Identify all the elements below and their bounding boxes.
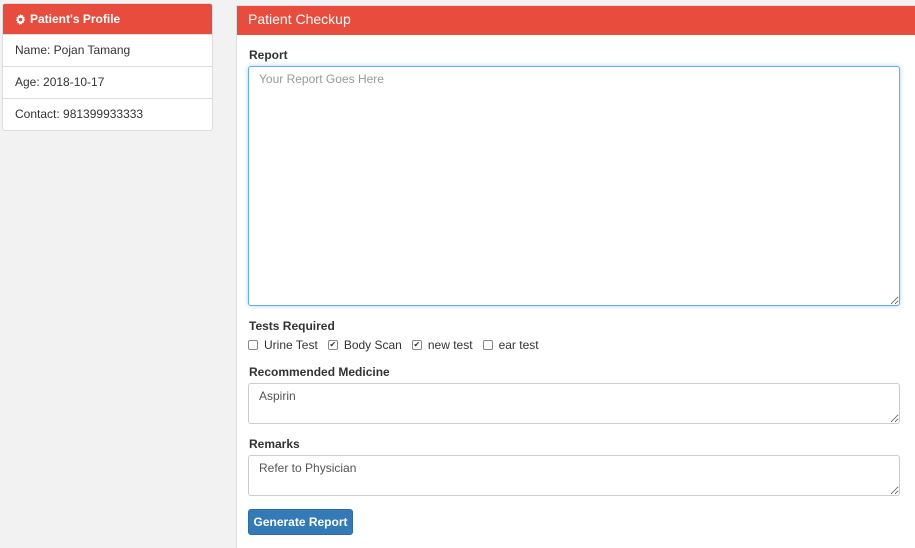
medicine-label: Recommended Medicine	[249, 365, 390, 379]
checkbox-new-test[interactable]: ✔	[411, 340, 422, 350]
patient-profile-panel: Patient's Profile Name: Pojan Tamang Age…	[2, 3, 213, 131]
test-option-body-scan[interactable]: ✔ Body Scan	[327, 338, 402, 352]
test-label-body-scan: Body Scan	[343, 338, 402, 352]
patient-checkup-panel: Patient Checkup Report Tests Required Ur…	[236, 5, 915, 548]
test-label-urine: Urine Test	[264, 338, 318, 352]
report-label: Report	[249, 48, 288, 62]
patient-age: Age: 2018-10-17	[3, 66, 212, 98]
medicine-textarea[interactable]: Aspirin	[248, 383, 900, 424]
report-textarea[interactable]	[248, 66, 900, 306]
checkbox-urine-test[interactable]	[248, 340, 258, 350]
test-option-new-test[interactable]: ✔ new test	[411, 338, 473, 352]
profile-title: Patient's Profile	[30, 12, 121, 26]
test-option-urine[interactable]: Urine Test	[248, 338, 318, 352]
checkup-header: Patient Checkup	[237, 6, 915, 35]
checkbox-ear-test[interactable]	[482, 340, 493, 350]
test-label-new-test: new test	[427, 338, 473, 352]
tests-required-label: Tests Required	[249, 319, 335, 333]
patient-name: Name: Pojan Tamang	[3, 34, 212, 66]
generate-report-button[interactable]: Generate Report	[248, 509, 353, 535]
tests-checkbox-group: Urine Test ✔ Body Scan ✔ new test ear te…	[248, 338, 549, 352]
test-label-ear-test: ear test	[498, 338, 539, 352]
remarks-label: Remarks	[249, 437, 300, 451]
remarks-textarea[interactable]: Refer to Physician	[248, 455, 900, 496]
checkbox-body-scan[interactable]: ✔	[327, 340, 338, 350]
test-option-ear-test[interactable]: ear test	[482, 338, 539, 352]
gear-icon	[15, 13, 26, 25]
profile-header: Patient's Profile	[3, 4, 212, 34]
patient-contact: Contact: 981399933333	[3, 98, 212, 130]
